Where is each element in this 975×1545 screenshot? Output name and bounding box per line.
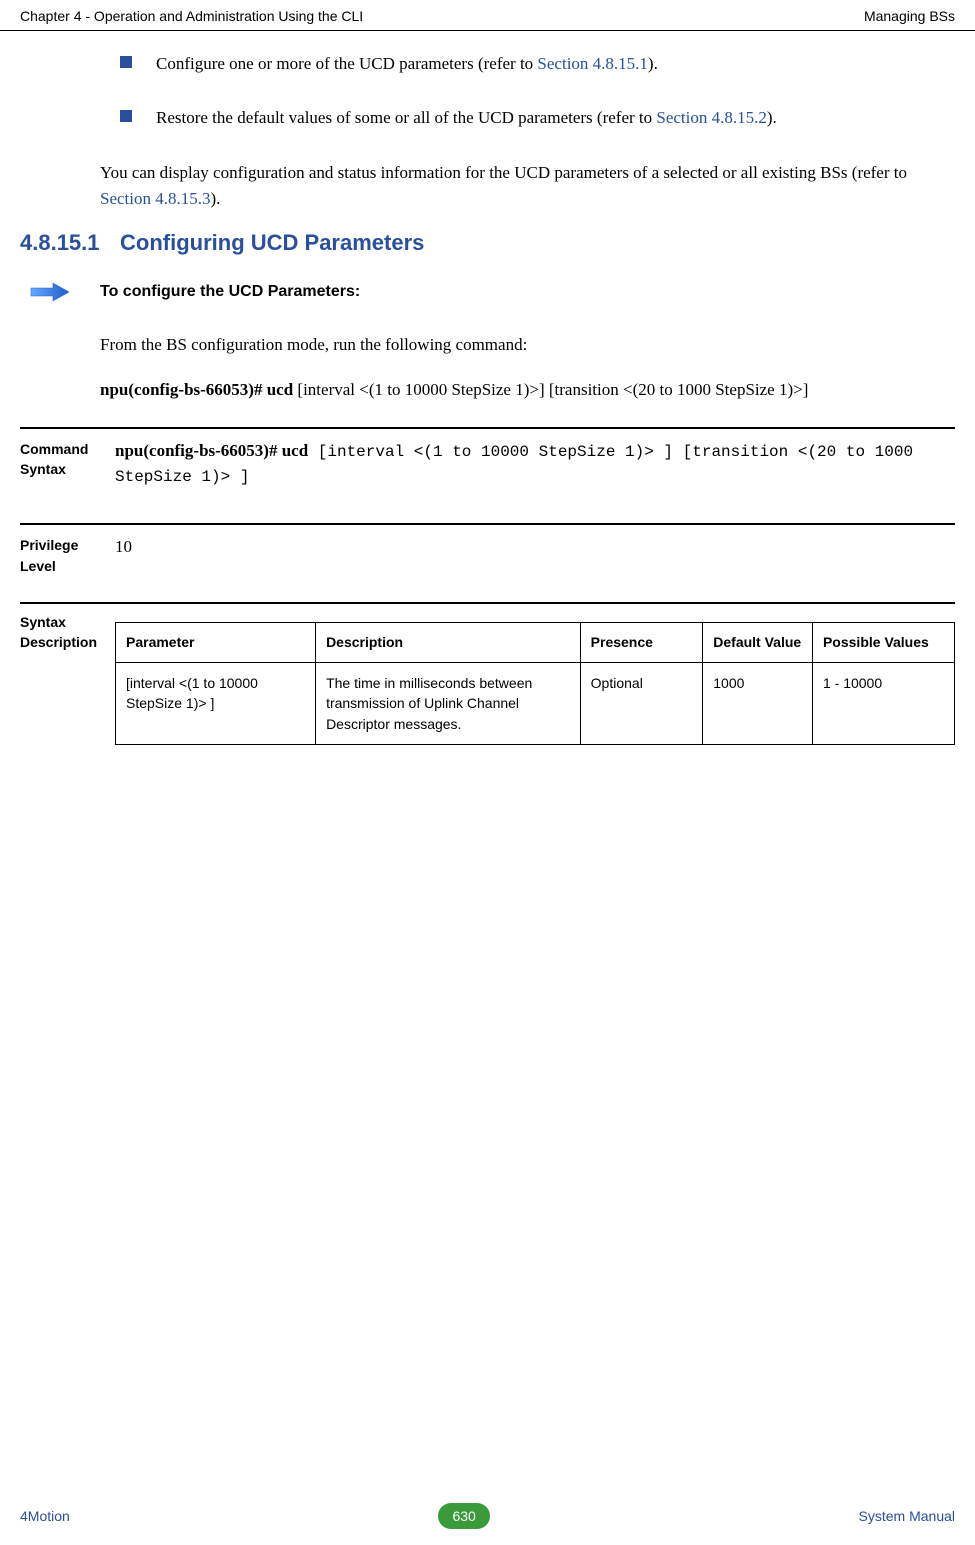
page-content: Configure one or more of the UCD paramet…: [0, 31, 975, 745]
command-line: npu(config-bs-66053)# ucd [interval <(1 …: [100, 377, 955, 403]
command-syntax-label: Command Syntax: [20, 439, 115, 489]
cell-default: 1000: [703, 662, 813, 744]
privilege-block: Privilege Level 10: [20, 523, 955, 586]
intro-pre: You can display configuration and status…: [100, 163, 907, 182]
col-presence: Presence: [580, 623, 703, 663]
col-default: Default Value: [703, 623, 813, 663]
intro-post: ).: [211, 189, 221, 208]
col-description: Description: [316, 623, 581, 663]
bullet-post: ).: [767, 108, 777, 127]
header-left: Chapter 4 - Operation and Administration…: [20, 8, 363, 24]
syntax-bold: npu(config-bs-66053)# ucd: [115, 441, 308, 460]
bullet-item: Configure one or more of the UCD paramet…: [120, 51, 955, 77]
table-header-row: Parameter Description Presence Default V…: [116, 623, 955, 663]
command-intro: From the BS configuration mode, run the …: [100, 332, 955, 358]
syntax-description-label: Syntax Description: [20, 612, 115, 745]
intro-paragraph: You can display configuration and status…: [100, 160, 955, 213]
command-syntax-block: Command Syntax npu(config-bs-66053)# ucd…: [20, 427, 955, 499]
command-bold: npu(config-bs-66053)# ucd: [100, 380, 293, 399]
command-syntax-value: npu(config-bs-66053)# ucd [interval <(1 …: [115, 439, 955, 489]
syntax-table-wrapper: Parameter Description Presence Default V…: [115, 612, 955, 745]
section-title: Configuring UCD Parameters: [120, 230, 424, 256]
bullet-text: Configure one or more of the UCD paramet…: [156, 51, 658, 77]
section-link[interactable]: Section 4.8.15.3: [100, 189, 211, 208]
section-number: 4.8.15.1: [20, 230, 120, 256]
bullet-pre: Configure one or more of the UCD paramet…: [156, 54, 537, 73]
section-link[interactable]: Section 4.8.15.2: [656, 108, 767, 127]
page-footer: 4Motion 630 System Manual: [0, 1503, 975, 1529]
bullet-item: Restore the default values of some or al…: [120, 105, 955, 131]
bullet-pre: Restore the default values of some or al…: [156, 108, 656, 127]
table-row: [interval <(1 to 10000 StepSize 1)> ] Th…: [116, 662, 955, 744]
procedure-heading: To configure the UCD Parameters:: [20, 282, 955, 302]
parameters-table: Parameter Description Presence Default V…: [115, 622, 955, 745]
syntax-description-block: Syntax Description Parameter Description…: [20, 602, 955, 745]
cell-parameter: [interval <(1 to 10000 StepSize 1)> ]: [116, 662, 316, 744]
section-link[interactable]: Section 4.8.15.1: [537, 54, 648, 73]
header-right: Managing BSs: [864, 8, 955, 24]
arrow-right-icon: [20, 282, 80, 302]
procedure-title: To configure the UCD Parameters:: [100, 283, 360, 301]
command-args: [interval <(1 to 10000 StepSize 1)>] [tr…: [293, 380, 808, 399]
section-heading: 4.8.15.1 Configuring UCD Parameters: [20, 230, 955, 256]
page-header: Chapter 4 - Operation and Administration…: [0, 0, 975, 31]
privilege-value: 10: [115, 535, 132, 576]
bullet-square-icon: [120, 56, 132, 68]
bullet-text: Restore the default values of some or al…: [156, 105, 777, 131]
cell-presence: Optional: [580, 662, 703, 744]
bullet-square-icon: [120, 110, 132, 122]
cell-possible: 1 - 10000: [812, 662, 954, 744]
col-possible: Possible Values: [812, 623, 954, 663]
bullet-post: ).: [648, 54, 658, 73]
cell-description: The time in milliseconds between transmi…: [316, 662, 581, 744]
page-number-badge: 630: [438, 1503, 489, 1529]
col-parameter: Parameter: [116, 623, 316, 663]
footer-left: 4Motion: [20, 1508, 70, 1524]
privilege-label: Privilege Level: [20, 535, 115, 576]
footer-right: System Manual: [859, 1508, 955, 1524]
